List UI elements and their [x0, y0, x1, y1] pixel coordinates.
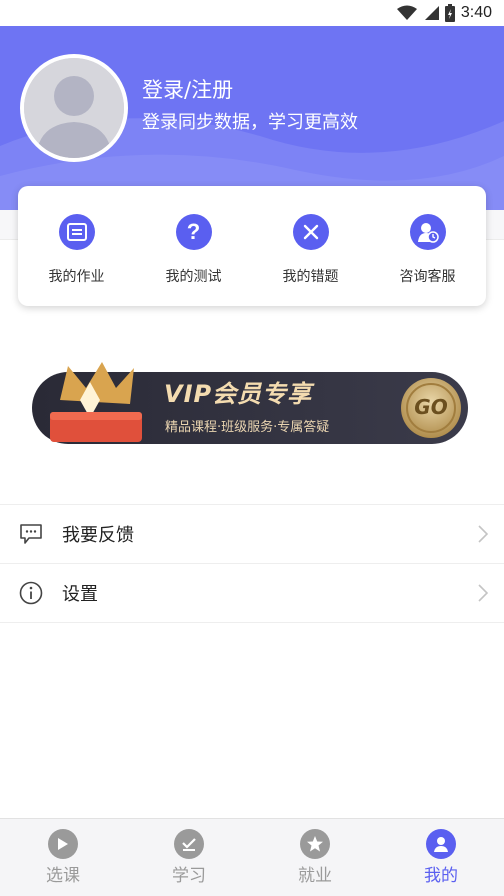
customer-service-icon — [409, 214, 446, 250]
quick-action-service[interactable]: 咨询客服 — [369, 186, 486, 306]
wrong-answer-icon — [292, 214, 329, 250]
profile-icon — [426, 829, 456, 859]
feedback-icon — [18, 521, 44, 547]
bottom-tab-bar: 选课 学习 就业 我的 — [0, 818, 504, 896]
battery-icon — [444, 4, 455, 22]
menu-list: 我要反馈 设置 — [0, 504, 504, 623]
quick-action-label: 我的作业 — [48, 269, 105, 285]
quick-action-wrong[interactable]: 我的错题 — [252, 186, 369, 306]
play-icon — [48, 829, 78, 859]
star-icon — [300, 829, 330, 859]
quick-action-homework[interactable]: 我的作业 — [18, 186, 135, 306]
tab-study[interactable]: 学习 — [126, 819, 252, 896]
tab-mine[interactable]: 我的 — [378, 819, 504, 896]
tab-label: 学习 — [172, 866, 206, 886]
status-bar: 3:40 — [0, 0, 504, 26]
tab-label: 就业 — [298, 866, 332, 886]
quick-actions-card: 我的作业 ? 我的测试 我的错题 咨询客服 — [18, 186, 486, 306]
status-time: 3:40 — [460, 4, 492, 21]
quick-action-label: 我的测试 — [165, 269, 222, 285]
quick-action-label: 我的错题 — [282, 269, 339, 285]
quick-action-label: 咨询客服 — [399, 269, 456, 285]
vip-title: VIP会员专享 — [164, 380, 313, 408]
signal-icon — [424, 6, 439, 20]
menu-item-label: 设置 — [62, 584, 98, 605]
tab-label: 我的 — [424, 866, 458, 886]
login-subtitle: 登录同步数据，学习更高效 — [142, 112, 358, 133]
chevron-right-icon — [478, 584, 488, 602]
tab-jobs[interactable]: 就业 — [252, 819, 378, 896]
login-register-link[interactable]: 登录/注册 — [142, 74, 233, 104]
question-icon: ? — [175, 214, 212, 250]
wifi-icon — [396, 5, 417, 20]
study-check-icon — [174, 829, 204, 859]
menu-item-settings[interactable]: 设置 — [0, 564, 504, 623]
homework-icon — [58, 214, 95, 250]
chevron-right-icon — [478, 525, 488, 543]
tab-courses[interactable]: 选课 — [0, 819, 126, 896]
menu-item-feedback[interactable]: 我要反馈 — [0, 505, 504, 564]
tab-label: 选课 — [46, 866, 80, 886]
default-avatar-icon — [24, 58, 124, 158]
avatar[interactable] — [20, 54, 128, 162]
menu-item-label: 我要反馈 — [62, 525, 134, 546]
profile-header: 登录/注册 登录同步数据，学习更高效 — [0, 26, 504, 210]
vip-subtitle: 精品课程·班级服务·专属答疑 — [165, 420, 330, 435]
info-icon — [18, 580, 44, 606]
status-icons: 3:40 — [396, 3, 492, 23]
quick-action-test[interactable]: ? 我的测试 — [135, 186, 252, 306]
vip-go-button[interactable]: GO — [400, 382, 462, 432]
vip-banner[interactable]: VIP会员专享 精品课程·班级服务·专属答疑 GO — [30, 360, 470, 452]
